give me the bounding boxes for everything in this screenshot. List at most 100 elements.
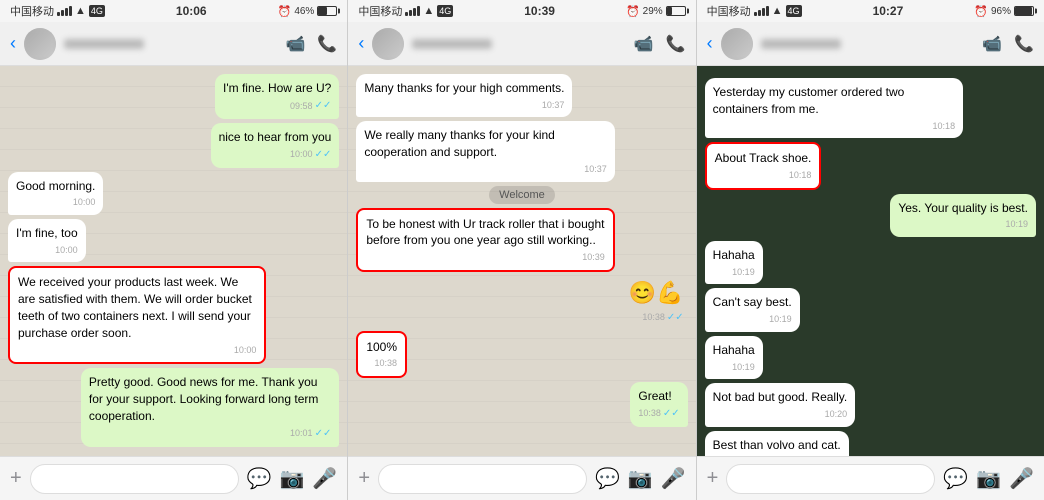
message-text: Best than volvo and cat.	[713, 438, 841, 452]
battery-text: 29%	[643, 6, 663, 17]
mic-icon[interactable]: 🎤	[1009, 466, 1034, 491]
message-bubble-p1m3: Good morning. 10:00	[8, 172, 103, 215]
back-button[interactable]: ‹	[707, 33, 713, 54]
read-receipts: ✓✓	[315, 99, 332, 113]
time-text: 10:19	[1005, 218, 1028, 231]
camera-icon[interactable]: 📷	[628, 466, 653, 491]
message-time: 10:38✓✓	[629, 311, 684, 325]
phone-call-icon[interactable]: 📞	[1014, 34, 1034, 54]
message-text: Yesterday my customer ordered two contai…	[713, 85, 905, 116]
status-left: 中国移动 ▲ 4G	[707, 3, 802, 19]
time-text: 10:00	[73, 196, 96, 209]
message-input[interactable]	[378, 464, 587, 494]
video-call-icon[interactable]: 📹	[634, 34, 654, 54]
contact-name	[761, 39, 841, 49]
message-time: 10:18	[713, 120, 955, 133]
message-wrapper: I'm fine. How are U?09:58✓✓	[8, 74, 339, 119]
message-time: 10:19	[898, 218, 1028, 231]
message-bubble-p3m5: Can't say best.10:19	[705, 288, 800, 331]
chat-header: ‹ 📹 📞	[348, 22, 695, 66]
message-bubble-p1m6: Pretty good. Good news for me. Thank you…	[81, 368, 339, 446]
message-bubble-p3m2: About Track shoe. 10:18	[705, 142, 822, 189]
plus-button[interactable]: +	[358, 467, 370, 490]
message-wrapper: 😊💪10:38✓✓	[356, 276, 687, 327]
time-text: 10:20	[825, 408, 848, 421]
plus-button[interactable]: +	[707, 467, 719, 490]
message-time: 10:20	[713, 408, 848, 421]
message-bubble-p2m2: We really many thanks for your kind coop…	[356, 121, 614, 181]
carrier-text: 中国移动	[358, 3, 402, 19]
time-display: 10:39	[524, 4, 555, 18]
video-call-icon[interactable]: 📹	[285, 34, 305, 54]
message-bubble-p1m1: I'm fine. How are U?09:58✓✓	[215, 74, 339, 119]
time-text: 10:39	[582, 251, 605, 264]
message-wrapper: Hahaha10:19	[705, 336, 1036, 379]
data-icon: 4G	[89, 5, 105, 17]
battery-text: 46%	[294, 6, 314, 17]
signal-bars	[405, 6, 420, 16]
message-bubble-p2m5: 100%10:38	[356, 331, 407, 378]
message-time: 10:18	[715, 169, 812, 182]
contact-info	[412, 39, 625, 49]
back-button[interactable]: ‹	[358, 33, 364, 54]
message-wrapper: Good morning. 10:00	[8, 172, 339, 215]
video-call-icon[interactable]: 📹	[982, 34, 1002, 54]
speech-bubble-icon[interactable]: 💬	[943, 466, 968, 491]
system-message: Welcome	[489, 186, 555, 204]
time-text: 10:38	[638, 407, 661, 420]
time-display: 10:06	[176, 4, 207, 18]
message-text: About Track shoe.	[715, 151, 812, 165]
plus-button[interactable]: +	[10, 467, 22, 490]
message-bubble-p2m1: Many thanks for your high comments.10:37	[356, 74, 572, 117]
message-bubble-p1m2: nice to hear from you10:00✓✓	[211, 123, 340, 168]
time-text: 10:00	[55, 244, 78, 257]
message-time: 10:37	[364, 99, 564, 112]
message-time: 10:19	[713, 313, 792, 326]
message-wrapper: We received your products last week. We …	[8, 266, 339, 364]
read-receipts: ✓✓	[315, 427, 332, 441]
speech-bubble-icon[interactable]: 💬	[247, 466, 272, 491]
time-text: 10:01	[290, 427, 313, 440]
header-icons: 📹 📞	[634, 34, 686, 54]
back-button[interactable]: ‹	[10, 33, 16, 54]
message-text: To be honest with Ur track roller that i…	[366, 217, 604, 248]
message-text: Good morning.	[16, 179, 95, 193]
alarm-icon: ⏰	[626, 5, 640, 18]
time-text: 10:00	[234, 344, 257, 357]
message-wrapper: Can't say best.10:19	[705, 288, 1036, 331]
avatar	[721, 28, 753, 60]
bottom-bar: + 💬 📷 🎤	[697, 456, 1044, 500]
time-text: 10:19	[769, 313, 792, 326]
time-text: 10:18	[933, 120, 956, 133]
phone-2: 中国移动 ▲ 4G 10:39 ⏰ 29% ‹ 📹 📞 Many thanks …	[348, 0, 696, 500]
status-left: 中国移动 ▲ 4G	[358, 3, 453, 19]
message-time: 10:38	[366, 357, 397, 370]
status-bar: 中国移动 ▲ 4G 10:06 ⏰ 46%	[0, 0, 347, 22]
message-bubble-p2m4: 😊💪10:38✓✓	[625, 276, 688, 327]
camera-icon[interactable]: 📷	[976, 466, 1001, 491]
time-text: 10:37	[542, 99, 565, 112]
message-time: 10:00	[16, 196, 95, 209]
message-time: 09:58✓✓	[223, 99, 331, 113]
message-text: Yes. Your quality is best.	[898, 201, 1028, 215]
message-bubble-p3m3: Yes. Your quality is best. 10:19	[890, 194, 1036, 237]
message-text: Not bad but good. Really.	[713, 390, 848, 404]
message-text: Pretty good. Good news for me. Thank you…	[89, 375, 318, 423]
message-text: We really many thanks for your kind coop…	[364, 128, 555, 159]
message-text: nice to hear from you	[219, 130, 332, 144]
phone-call-icon[interactable]: 📞	[317, 34, 337, 54]
message-wrapper: Yesterday my customer ordered two contai…	[705, 78, 1036, 138]
battery-icon	[317, 6, 337, 16]
camera-icon[interactable]: 📷	[280, 466, 305, 491]
message-input[interactable]	[30, 464, 239, 494]
bottom-bar: + 💬 📷 🎤	[0, 456, 347, 500]
message-time: 10:38✓✓	[638, 407, 679, 421]
time-display: 10:27	[873, 4, 904, 18]
message-wrapper: Not bad but good. Really. 10:20	[705, 383, 1036, 426]
speech-bubble-icon[interactable]: 💬	[595, 466, 620, 491]
mic-icon[interactable]: 🎤	[661, 466, 686, 491]
message-wrapper: We really many thanks for your kind coop…	[356, 121, 687, 181]
mic-icon[interactable]: 🎤	[312, 466, 337, 491]
message-input[interactable]	[726, 464, 935, 494]
phone-call-icon[interactable]: 📞	[666, 34, 686, 54]
